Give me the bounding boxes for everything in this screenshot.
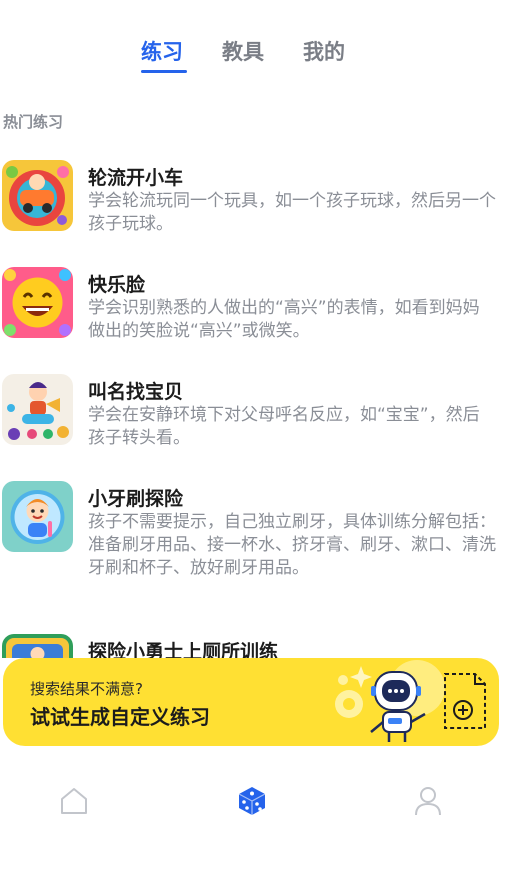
tab-teaching-aids[interactable]: 教具: [222, 36, 264, 66]
exercise-thumbnail: [2, 160, 73, 231]
exercise-thumbnail: [2, 267, 73, 338]
exercise-description: 学会在安静环境下对父母呼名反应，如“宝宝”，然后孩子转头看。: [88, 405, 480, 448]
exercise-title: 小牙刷探险: [88, 488, 184, 510]
exercise-description: 孩子不需要提示，自己独立刷牙，具体训练分解包括：准备刷牙用品、接一杯水、挤牙膏、…: [88, 512, 496, 578]
exercise-list[interactable]: 轮流开小车 学会轮流玩同一个玩具，如一个孩子玩球，然后另一个孩子玩球。 快乐脸 …: [0, 160, 507, 658]
banner-illustration: [335, 660, 486, 742]
dice-icon: [238, 787, 266, 815]
tab-mine[interactable]: 我的: [303, 36, 345, 66]
exercise-title: 轮流开小车: [88, 167, 184, 189]
exercise-thumbnail: [2, 374, 73, 445]
exercise-title: 叫名找宝贝: [88, 381, 184, 403]
active-tab-indicator: [141, 70, 187, 73]
custom-exercise-banner[interactable]: 搜索结果不满意? 试试生成自定义练习: [3, 658, 499, 746]
exercise-description: 学会识别熟悉的人做出的“高兴”的表情，如看到妈妈做出的笑脸说“高兴”或微笑。: [88, 298, 480, 341]
exercise-thumbnail: [2, 481, 73, 552]
profile-icon: [415, 787, 441, 816]
top-tab-bar: 练习 教具 我的: [0, 36, 507, 80]
add-document-icon: [444, 673, 486, 729]
tab-practice[interactable]: 练习: [141, 36, 183, 66]
banner-subtitle: 搜索结果不满意?: [30, 680, 143, 698]
exercise-title: 探险小勇士上厕所训练: [88, 641, 279, 658]
nav-profile[interactable]: [411, 784, 445, 818]
exercise-thumbnail: [2, 634, 73, 658]
home-icon: [61, 788, 87, 814]
banner-title: 试试生成自定义练习: [30, 705, 210, 729]
exercise-description: 学会轮流玩同一个玩具，如一个孩子玩球，然后另一个孩子玩球。: [88, 191, 496, 234]
section-title: 热门练习: [3, 113, 64, 131]
bottom-navigation: [0, 770, 507, 830]
nav-home[interactable]: [57, 784, 91, 818]
exercise-title: 快乐脸: [88, 274, 146, 296]
nav-practice[interactable]: [235, 784, 269, 818]
